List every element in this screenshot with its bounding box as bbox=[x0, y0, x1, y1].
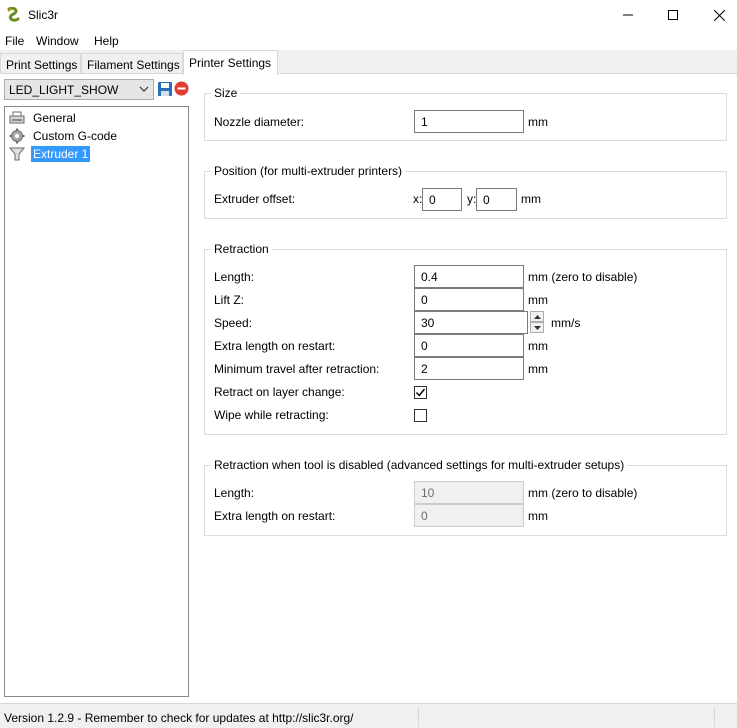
spin-down-button[interactable] bbox=[530, 322, 544, 333]
cog-icon bbox=[9, 128, 25, 144]
funnel-icon bbox=[9, 147, 25, 161]
arrow-up-icon bbox=[533, 314, 541, 319]
min-travel-unit: mm bbox=[528, 362, 548, 376]
offset-x-label: x: bbox=[413, 192, 423, 206]
tab-printer-settings[interactable]: Printer Settings bbox=[183, 50, 278, 75]
lift-z-input[interactable]: 0 bbox=[414, 288, 524, 311]
menu-file[interactable]: File bbox=[5, 34, 24, 48]
offset-x-input[interactable]: 0 bbox=[422, 188, 462, 211]
slic3r-logo-icon bbox=[7, 7, 20, 22]
nozzle-diameter-unit: mm bbox=[528, 115, 548, 129]
tab-print-settings[interactable]: Print Settings bbox=[0, 53, 81, 74]
retraction-group-title: Retraction bbox=[211, 242, 272, 256]
window-title: Slic3r bbox=[28, 8, 59, 22]
tree-item-extruder-1[interactable]: Extruder 1 bbox=[9, 145, 91, 163]
toolchange-length-unit: mm (zero to disable) bbox=[528, 486, 638, 500]
toolchange-length-label: Length: bbox=[214, 486, 255, 500]
retract-layer-change-label: Retract on layer change: bbox=[214, 385, 345, 399]
toolchange-extra-input[interactable]: 0 bbox=[414, 504, 524, 527]
close-icon bbox=[713, 9, 725, 21]
arrow-down-icon bbox=[533, 325, 541, 330]
maximize-button[interactable] bbox=[650, 0, 696, 30]
lift-z-unit: mm bbox=[528, 293, 548, 307]
preset-select-value: LED_LIGHT_SHOW bbox=[9, 83, 119, 97]
retraction-disabled-group-title: Retraction when tool is disabled (advanc… bbox=[211, 458, 628, 472]
min-travel-input[interactable]: 2 bbox=[414, 357, 524, 380]
offset-unit: mm bbox=[521, 192, 541, 206]
minimize-button[interactable] bbox=[605, 0, 651, 30]
chevron-down-icon bbox=[139, 86, 149, 92]
close-button[interactable] bbox=[696, 0, 737, 30]
checkmark-icon bbox=[415, 388, 426, 397]
settings-tree: General Custom G-code Extruder 1 bbox=[4, 106, 189, 697]
extruder-offset-label: Extruder offset: bbox=[214, 192, 296, 206]
delete-preset-icon[interactable] bbox=[174, 81, 189, 96]
nozzle-diameter-label: Nozzle diameter: bbox=[214, 115, 305, 129]
tab-strip: Print Settings Filament Settings Printer… bbox=[0, 50, 737, 75]
menu-bar: File Window Help bbox=[0, 30, 737, 50]
status-bar: Version 1.2.9 - Remember to check for up… bbox=[0, 703, 737, 728]
retraction-length-label: Length: bbox=[214, 270, 255, 284]
min-travel-label: Minimum travel after retraction: bbox=[214, 362, 380, 376]
retraction-speed-input[interactable]: 30 bbox=[414, 311, 528, 334]
retraction-length-unit: mm (zero to disable) bbox=[528, 270, 638, 284]
wipe-retracting-label: Wipe while retracting: bbox=[214, 408, 329, 422]
speed-spinner[interactable] bbox=[530, 311, 544, 334]
position-group-title: Position (for multi-extruder printers) bbox=[211, 164, 406, 178]
maximize-icon bbox=[668, 10, 678, 20]
tree-item-label: Extruder 1 bbox=[31, 146, 91, 162]
printer-icon bbox=[9, 111, 25, 124]
spin-up-button[interactable] bbox=[530, 311, 544, 322]
tree-item-general[interactable]: General bbox=[9, 109, 78, 127]
retraction-speed-label: Speed: bbox=[214, 316, 253, 330]
extra-length-input[interactable]: 0 bbox=[414, 334, 524, 357]
retraction-speed-unit: mm/s bbox=[551, 316, 581, 330]
lift-z-label: Lift Z: bbox=[214, 293, 245, 307]
tree-item-label: Custom G-code bbox=[33, 129, 118, 143]
tree-item-custom-gcode[interactable]: Custom G-code bbox=[9, 127, 119, 145]
save-preset-icon[interactable] bbox=[157, 81, 173, 97]
title-bar: Slic3r bbox=[0, 0, 737, 30]
preset-select[interactable]: LED_LIGHT_SHOW bbox=[4, 79, 154, 100]
minimize-icon bbox=[623, 14, 633, 16]
nozzle-diameter-input[interactable]: 1 bbox=[414, 110, 524, 133]
offset-y-input[interactable]: 0 bbox=[476, 188, 517, 211]
extra-length-label: Extra length on restart: bbox=[214, 339, 336, 353]
status-text: Version 1.2.9 - Remember to check for up… bbox=[4, 711, 354, 725]
toolchange-extra-label: Extra length on restart: bbox=[214, 509, 336, 523]
status-separator bbox=[714, 707, 715, 727]
menu-help[interactable]: Help bbox=[94, 34, 119, 48]
wipe-retracting-checkbox[interactable] bbox=[414, 409, 427, 422]
toolchange-length-input[interactable]: 10 bbox=[414, 481, 524, 504]
tab-filament-settings[interactable]: Filament Settings bbox=[81, 53, 183, 74]
toolchange-extra-unit: mm bbox=[528, 509, 548, 523]
extra-length-unit: mm bbox=[528, 339, 548, 353]
offset-y-label: y: bbox=[467, 192, 477, 206]
tree-item-label: General bbox=[33, 111, 76, 125]
retract-layer-change-checkbox[interactable] bbox=[414, 386, 427, 399]
size-group-title: Size bbox=[211, 86, 241, 100]
menu-window[interactable]: Window bbox=[36, 34, 79, 48]
retraction-length-input[interactable]: 0.4 bbox=[414, 265, 524, 288]
status-separator bbox=[418, 707, 419, 727]
